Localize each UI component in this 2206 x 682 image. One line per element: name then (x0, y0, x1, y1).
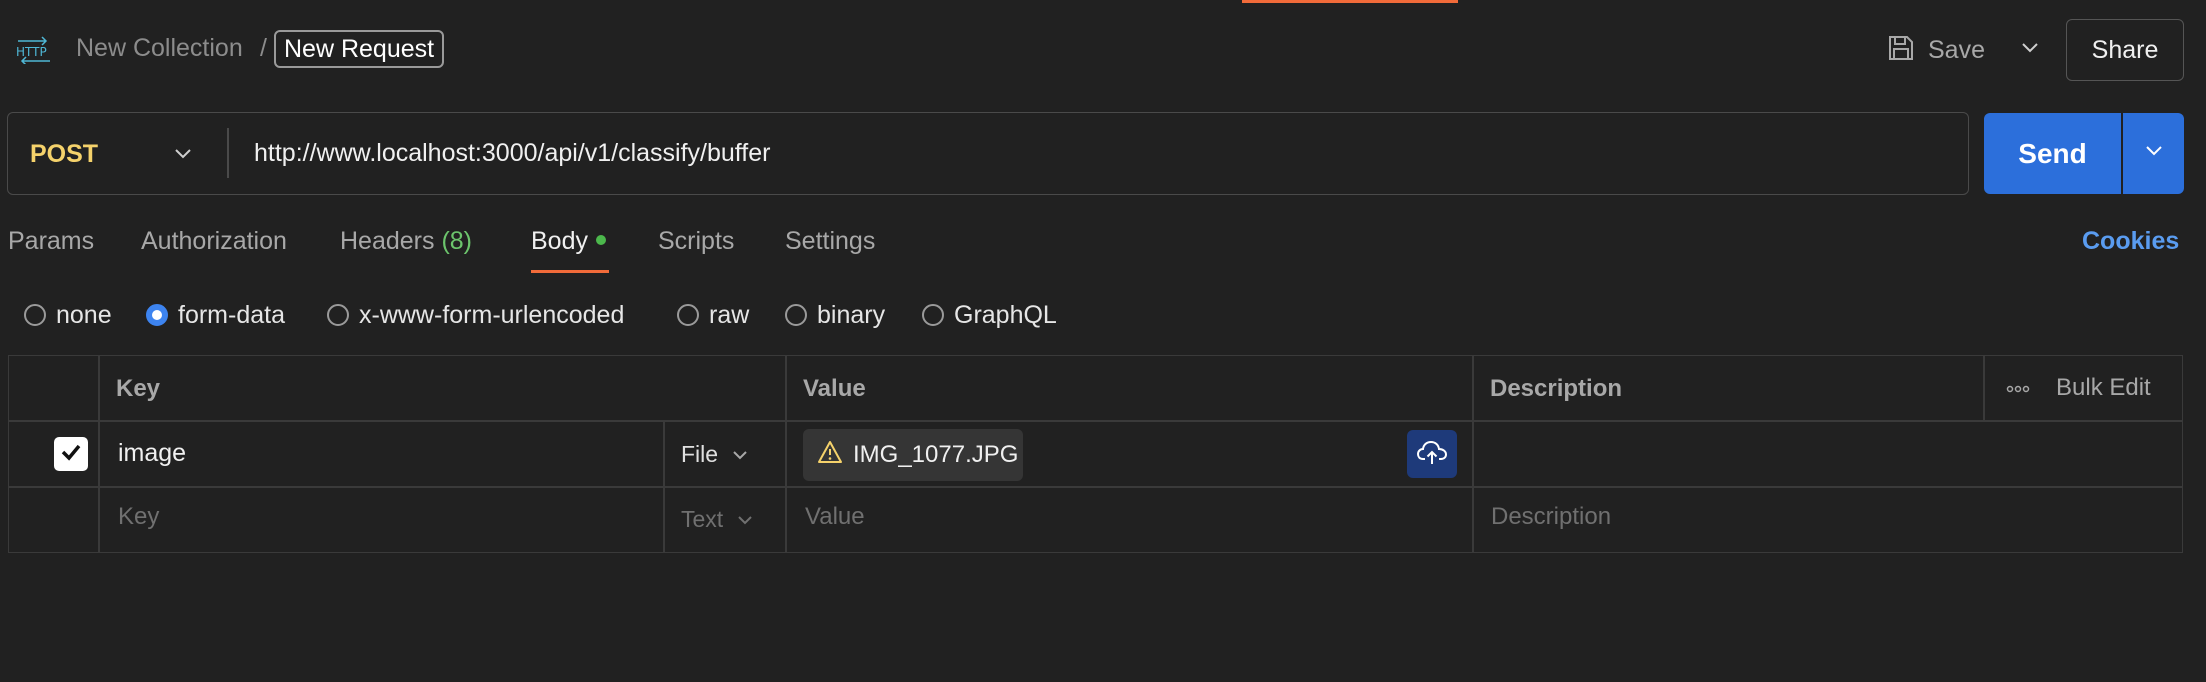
radio-label: raw (709, 300, 750, 329)
table-divider (8, 420, 2183, 422)
row-checkbox[interactable] (54, 437, 88, 471)
file-name: IMG_1077.JPG (853, 441, 1019, 468)
radio-label: GraphQL (954, 300, 1057, 329)
radio-binary[interactable]: binary (785, 300, 885, 330)
column-header-description: Description (1490, 375, 1623, 402)
save-label: Save (1928, 35, 1985, 64)
type-label: Text (681, 506, 724, 532)
radio-label: form-data (178, 300, 285, 329)
svg-text:HTTP: HTTP (16, 45, 47, 59)
radio-circle (785, 304, 807, 326)
key-placeholder[interactable]: Key (118, 503, 159, 531)
radio-label: none (56, 300, 112, 329)
save-options-button[interactable] (2010, 30, 2050, 70)
url-input[interactable]: http://www.localhost:3000/api/v1/classif… (254, 139, 770, 168)
more-icon[interactable] (2004, 375, 2032, 403)
radio-circle (327, 304, 349, 326)
headers-count: (8) (441, 227, 473, 255)
tab-headers[interactable]: Headers (8) (340, 227, 472, 256)
radio-circle (922, 304, 944, 326)
warning-icon (817, 440, 843, 471)
table-column-divider (785, 355, 787, 553)
chevron-down-icon (730, 441, 750, 468)
radio-form-data[interactable]: form-data (146, 300, 285, 330)
active-tab-accent (1242, 0, 1458, 3)
column-header-key: Key (116, 375, 161, 402)
http-icon: HTTP (16, 34, 52, 66)
radio-circle-checked (146, 304, 168, 326)
tab-underline (531, 270, 609, 273)
radio-graphql[interactable]: GraphQL (922, 300, 1057, 330)
chevron-down-icon (2020, 41, 2040, 60)
cloud-upload-icon (1416, 437, 1448, 472)
radio-none[interactable]: none (24, 300, 112, 330)
breadcrumb-separator: / (260, 34, 267, 62)
body-indicator-dot (595, 235, 606, 246)
radio-circle (677, 304, 699, 326)
save-button[interactable]: Save (1886, 30, 1985, 70)
method-select[interactable]: POST (30, 140, 98, 169)
form-data-table (8, 355, 2183, 553)
value-placeholder[interactable]: Value (805, 503, 865, 531)
tab-body[interactable]: Body (531, 227, 606, 256)
tab-scripts[interactable]: Scripts (658, 227, 734, 256)
check-icon (58, 439, 84, 470)
table-divider (8, 486, 2183, 488)
radio-circle (24, 304, 46, 326)
bulk-edit-button[interactable]: Bulk Edit (2056, 374, 2151, 402)
file-chip[interactable]: IMG_1077.JPG (803, 429, 1023, 481)
chevron-down-icon (2143, 144, 2165, 163)
chevron-down-icon (735, 506, 755, 533)
send-button[interactable]: Send (1984, 113, 2121, 194)
breadcrumb-collection[interactable]: New Collection (76, 34, 243, 63)
type-label: File (681, 441, 719, 467)
radio-urlencoded[interactable]: x-www-form-urlencoded (327, 300, 624, 330)
share-button[interactable]: Share (2066, 19, 2184, 81)
tab-settings[interactable]: Settings (785, 227, 875, 256)
request-name-field[interactable]: New Request (274, 30, 445, 68)
tab-authorization[interactable]: Authorization (141, 227, 287, 256)
method-divider (227, 128, 229, 178)
chevron-down-icon[interactable] (170, 140, 196, 168)
tab-body-label: Body (531, 227, 588, 255)
new-row-type-select[interactable]: Text (681, 506, 755, 533)
tab-headers-label: Headers (340, 227, 435, 255)
tab-params[interactable]: Params (8, 227, 94, 256)
row-key[interactable]: image (118, 439, 186, 468)
radio-label: x-www-form-urlencoded (359, 300, 625, 329)
table-column-divider (98, 355, 100, 553)
table-column-divider (1983, 355, 1985, 420)
column-header-value: Value (803, 375, 866, 402)
radio-raw[interactable]: raw (677, 300, 749, 330)
send-options-button[interactable] (2123, 113, 2184, 194)
save-icon (1886, 33, 1916, 68)
radio-label: binary (817, 300, 886, 329)
row-type-select[interactable]: File (681, 441, 750, 468)
description-placeholder[interactable]: Description (1491, 503, 1611, 531)
table-column-divider (1472, 355, 1474, 553)
table-column-divider (663, 420, 665, 553)
upload-file-button[interactable] (1407, 430, 1457, 478)
cookies-link[interactable]: Cookies (2082, 227, 2179, 256)
